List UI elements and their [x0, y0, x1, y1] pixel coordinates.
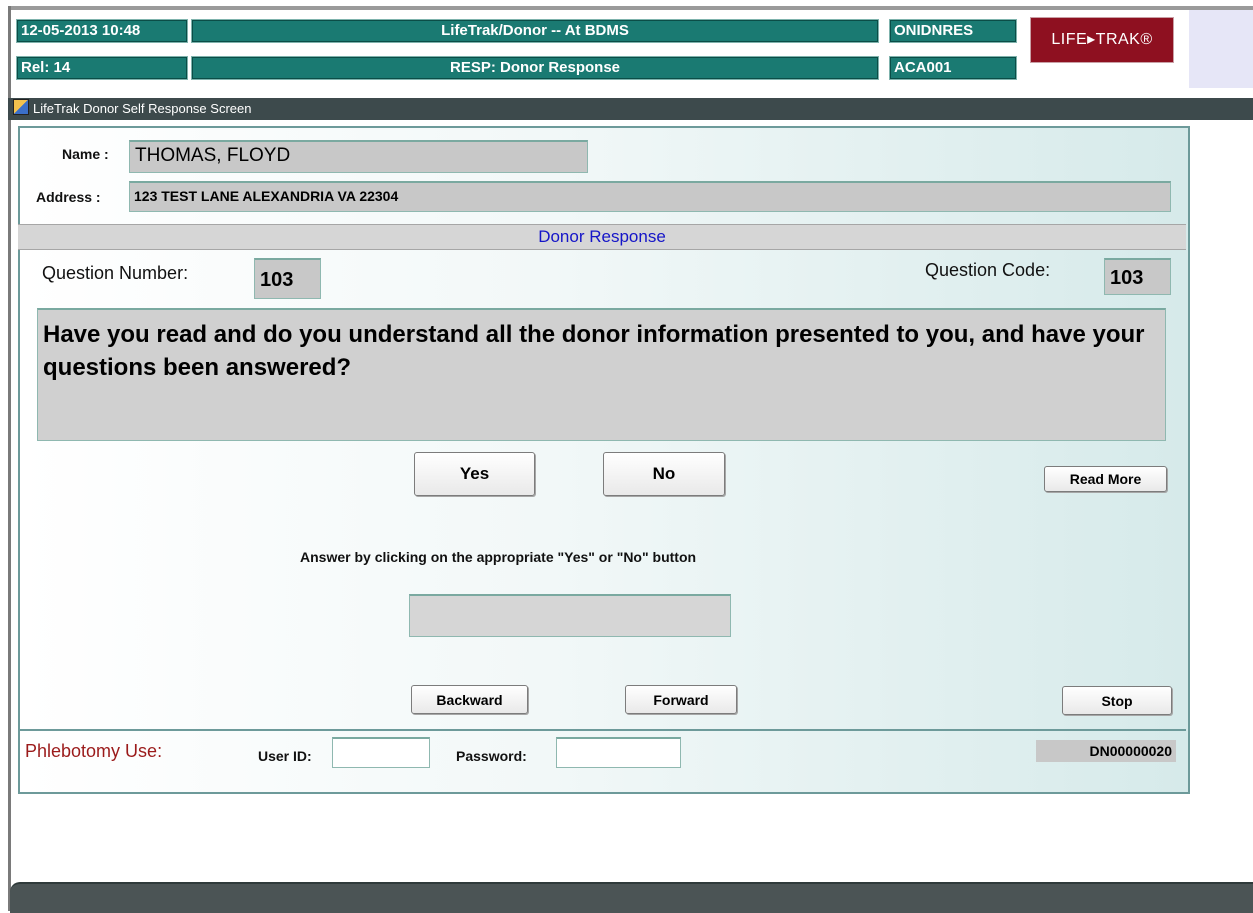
window-titlebar: LifeTrak Donor Self Response Screen: [8, 98, 1253, 120]
yes-button[interactable]: Yes: [414, 452, 535, 496]
answer-instruction: Answer by clicking on the appropriate "Y…: [300, 549, 697, 565]
header-right-pane: [1189, 10, 1253, 88]
lifetrak-logo: LIFE▸TRAK®: [1030, 17, 1174, 63]
answer-display-field: [409, 594, 731, 637]
read-more-button[interactable]: Read More: [1044, 466, 1167, 492]
question-code-field: 103: [1104, 258, 1171, 295]
station-code-box: ACA001: [889, 56, 1017, 80]
section-title: Donor Response: [18, 224, 1186, 250]
donor-name-field: THOMAS, FLOYD: [129, 140, 588, 173]
program-code-box: ONIDNRES: [889, 19, 1017, 43]
window-title: LifeTrak Donor Self Response Screen: [33, 101, 252, 116]
logo-text: LIFE▸TRAK®: [1051, 31, 1153, 48]
forward-button[interactable]: Forward: [625, 685, 737, 714]
question-number-label: Question Number:: [42, 263, 189, 283]
bottom-status-bar: [10, 882, 1253, 913]
address-label: Address :: [36, 189, 101, 205]
question-code-label: Question Code:: [925, 260, 1051, 280]
donor-address-field: 123 TEST LANE ALEXANDRIA VA 22304: [129, 181, 1171, 212]
name-label: Name :: [62, 146, 109, 162]
app-title-box: LifeTrak/Donor -- At BDMS: [191, 19, 879, 43]
question-text-box: Have you read and do you understand all …: [37, 308, 1166, 441]
record-id-field: DN00000020: [1036, 740, 1176, 762]
password-label: Password:: [456, 748, 527, 764]
password-input[interactable]: [556, 737, 681, 768]
user-id-label: User ID:: [258, 748, 312, 764]
no-button[interactable]: No: [603, 452, 725, 496]
question-number-field: 103: [254, 258, 321, 299]
phlebotomy-divider: [18, 729, 1186, 731]
backward-button[interactable]: Backward: [411, 685, 528, 714]
user-id-input[interactable]: [332, 737, 430, 768]
app-window-icon: [13, 99, 29, 115]
release-box: Rel: 14: [16, 56, 188, 80]
datetime-box: 12-05-2013 10:48: [16, 19, 188, 43]
screen-title-box: RESP: Donor Response: [191, 56, 879, 80]
stop-button[interactable]: Stop: [1062, 686, 1172, 715]
phlebotomy-use-label: Phlebotomy Use:: [25, 741, 163, 761]
